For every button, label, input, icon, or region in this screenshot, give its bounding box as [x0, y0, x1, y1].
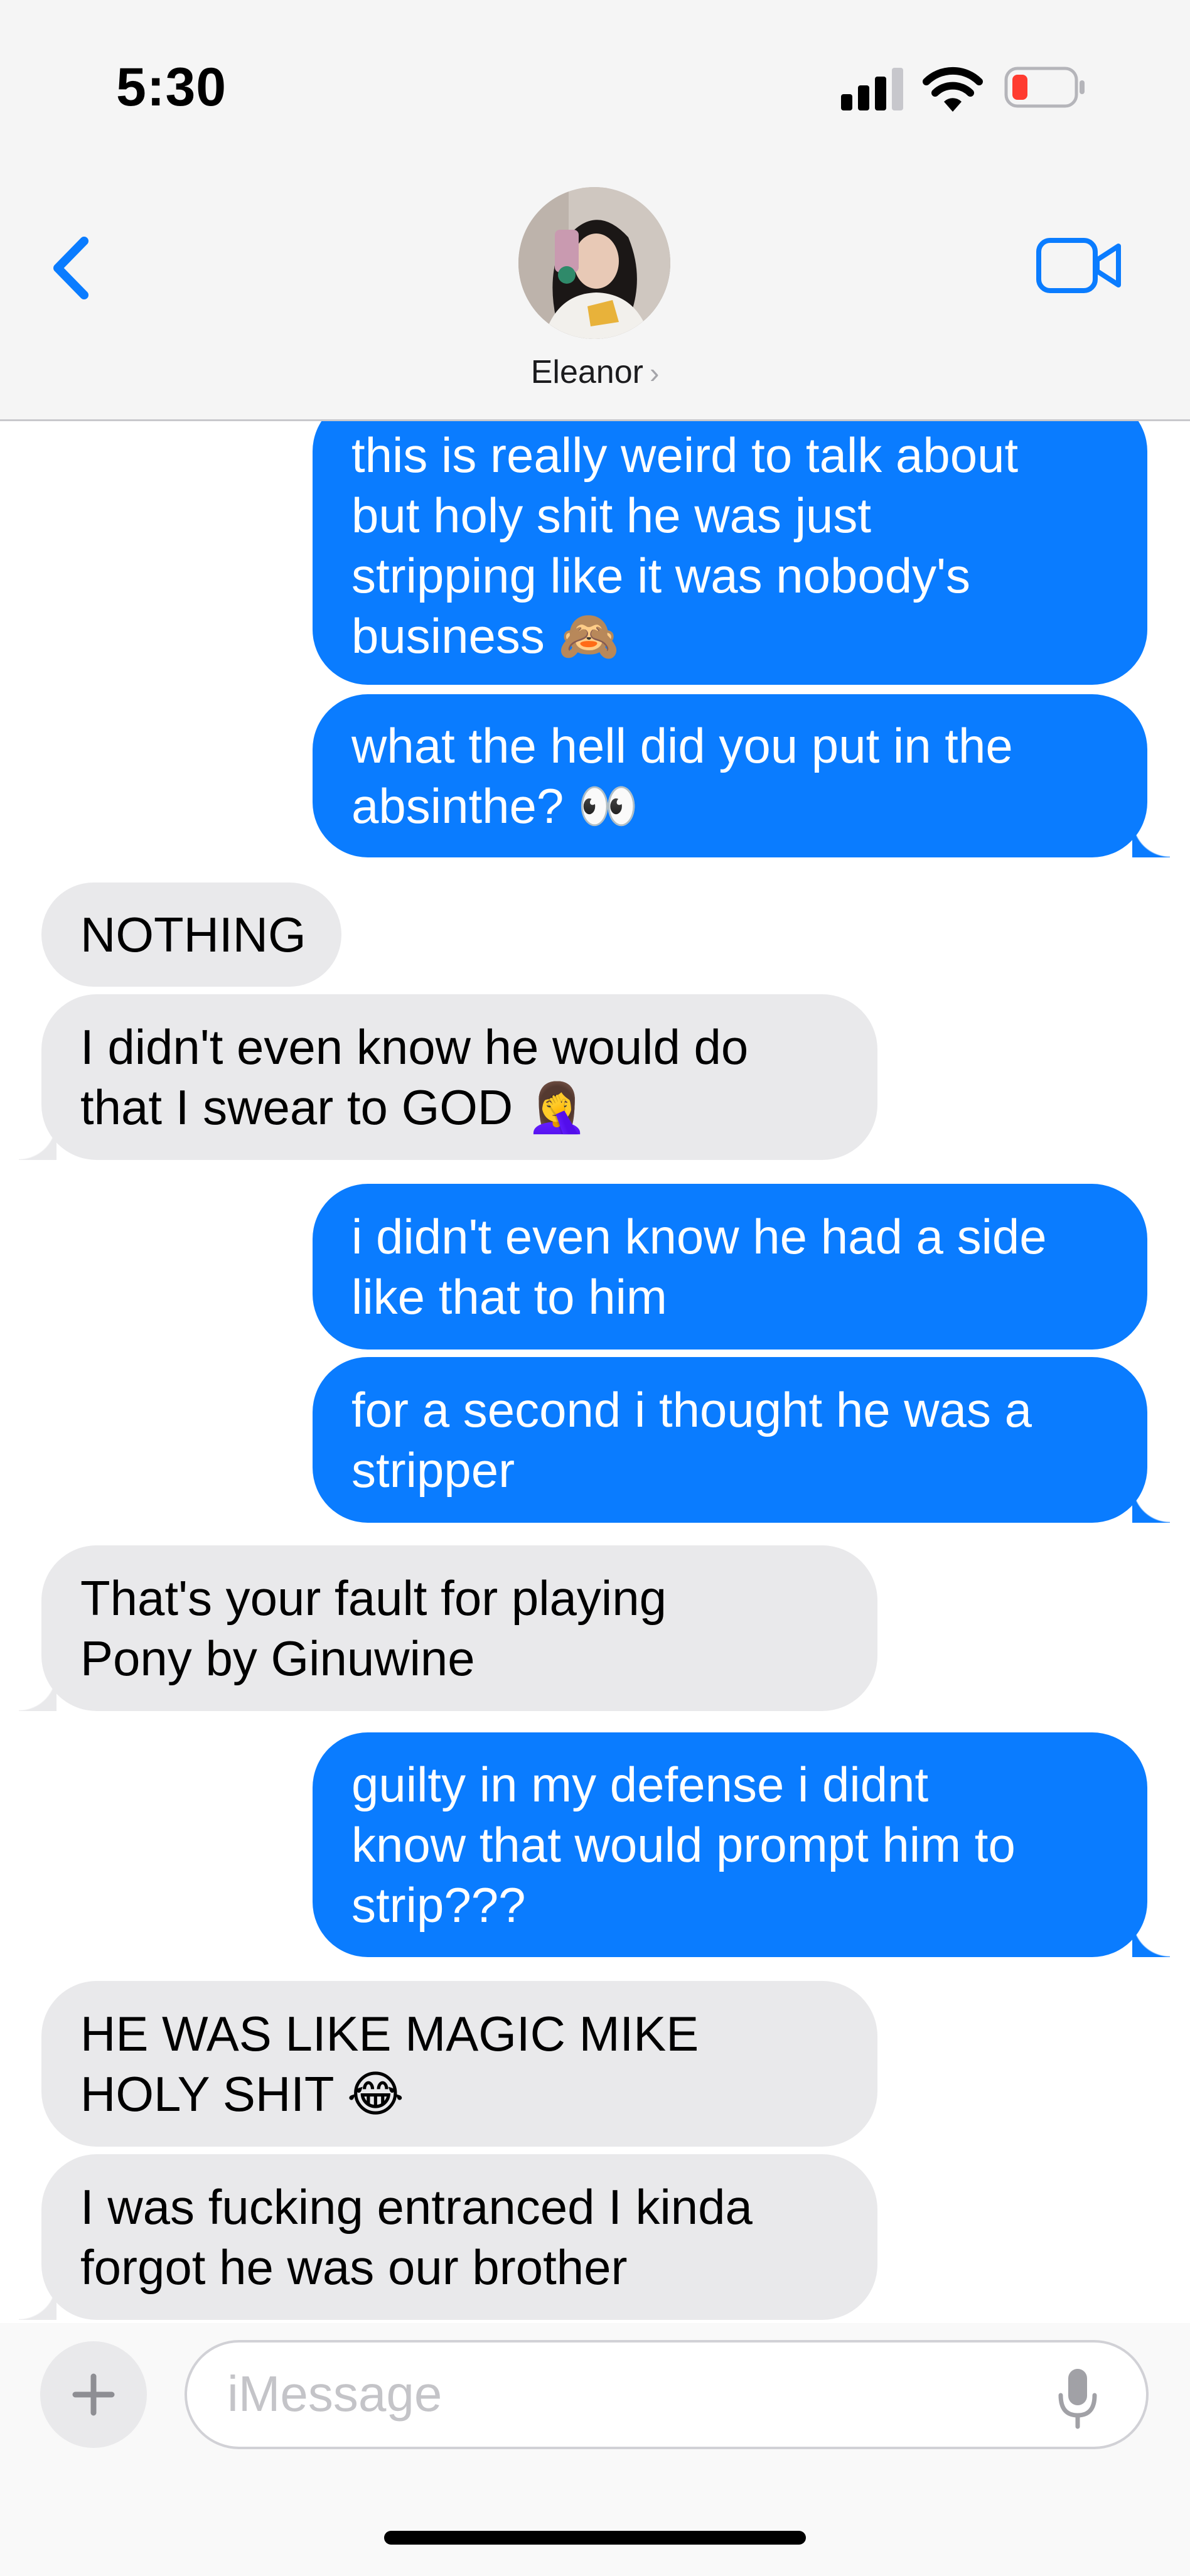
- message-bubble-sent[interactable]: what the hell did you put in the absinth…: [313, 694, 1170, 857]
- message-text: I was fucking entranced I kinda forgot h…: [80, 2179, 753, 2295]
- home-indicator[interactable]: [384, 2531, 806, 2545]
- message-bubble-sent[interactable]: guilty in my defense i didnt know that w…: [313, 1732, 1170, 1957]
- apps-plus-button[interactable]: [40, 2341, 147, 2448]
- message-text: NOTHING: [80, 907, 306, 962]
- message-bubble-sent[interactable]: for a second i thought he was a stripper: [313, 1357, 1170, 1523]
- contact-name-label: Eleanor: [530, 354, 643, 390]
- message-text: for a second i thought he was a stripper: [351, 1382, 1032, 1498]
- message-text: i didn't even know he had a side like th…: [351, 1209, 1047, 1324]
- contact-chevron: ›: [649, 357, 660, 389]
- plus-icon: [72, 2373, 115, 2416]
- imessage-placeholder: iMessage: [227, 2366, 442, 2422]
- imessage-input[interactable]: iMessage: [185, 2340, 1149, 2449]
- contact-avatar[interactable]: [518, 187, 670, 339]
- message-text: HE WAS LIKE MAGIC MIKE HOLY SHIT 😂: [80, 2006, 699, 2122]
- message-bubble-received[interactable]: That's your fault for playing Pony by Gi…: [19, 1545, 877, 1711]
- message-bubble-received[interactable]: I didn't even know he would do that I sw…: [19, 994, 877, 1160]
- message-bubble-received[interactable]: NOTHING: [41, 883, 341, 987]
- facetime-video-icon[interactable]: [1036, 237, 1123, 294]
- battery-low-icon: [1004, 67, 1085, 108]
- message-text: That's your fault for playing Pony by Gi…: [80, 1570, 667, 1686]
- avatar-photo: [518, 187, 670, 339]
- message-text: what the hell did you put in the absinth…: [351, 718, 1013, 834]
- message-bubble-received[interactable]: I was fucking entranced I kinda forgot h…: [19, 2154, 877, 2320]
- message-bubble-sent[interactable]: i didn't even know he had a side like th…: [313, 1184, 1147, 1350]
- chevron-left-icon[interactable]: [45, 233, 102, 303]
- message-bubble-received[interactable]: HE WAS LIKE MAGIC MIKE HOLY SHIT 😂: [41, 1981, 877, 2147]
- message-text: this is really weird to talk about but h…: [351, 427, 1019, 663]
- message-text: guilty in my defense i didnt know that w…: [351, 1757, 1016, 1933]
- message-bubble-sent[interactable]: this is really weird to talk about but h…: [313, 421, 1147, 685]
- cellular-signal-icon: [841, 68, 904, 110]
- message-thread[interactable]: this is really weird to talk about but h…: [0, 421, 1190, 2323]
- status-bar: 5:30: [0, 0, 1190, 157]
- status-time: 5:30: [116, 57, 227, 117]
- contact-name[interactable]: Eleanor ›: [0, 353, 1190, 391]
- message-text: I didn't even know he would do that I sw…: [80, 1019, 749, 1135]
- microphone-icon[interactable]: [1056, 2366, 1100, 2429]
- wifi-icon: [923, 67, 983, 112]
